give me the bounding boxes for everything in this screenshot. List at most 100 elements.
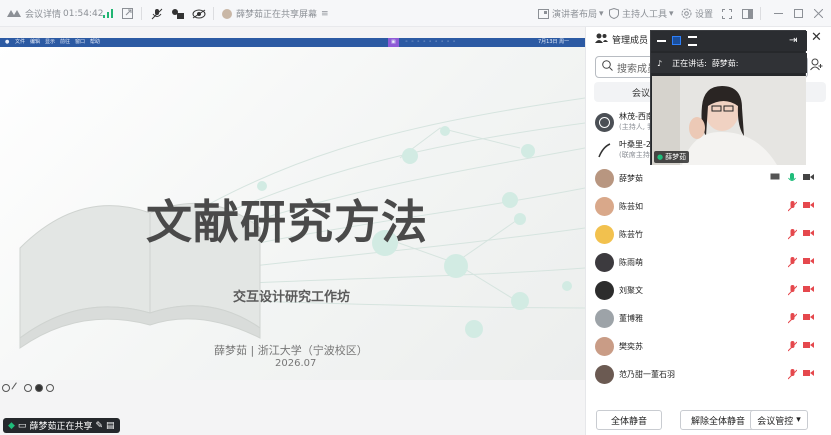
speaking-mic-icon: ♪ — [657, 58, 663, 68]
member-row[interactable]: 樊奕苏 — [586, 333, 831, 361]
mic-muted-icon[interactable] — [787, 257, 798, 271]
mute-all-button[interactable]: 全体静音 — [596, 410, 662, 430]
floating-video-window[interactable]: ⇥ ♪ 正在讲话: 薛梦茹: ● 薛梦茹 — [650, 30, 807, 165]
menubar-item: 编辑 — [30, 39, 41, 45]
document-icon[interactable]: ▤ — [106, 421, 115, 431]
annotate-pen-icon[interactable]: ✎ — [95, 421, 103, 431]
record-icon[interactable] — [46, 384, 54, 392]
share-status: 薛梦茹正在共享屏幕 ≡ — [222, 0, 329, 27]
member-row[interactable]: 陈芸如 — [586, 193, 831, 221]
slide-subtitle: 交互设计研究工作坊 — [233, 290, 351, 305]
pop-out-icon[interactable] — [122, 0, 133, 27]
stop-annotation-icon[interactable] — [35, 384, 43, 392]
annotate-icon[interactable] — [2, 384, 10, 392]
unmute-all-button[interactable]: 解除全体静音 — [680, 410, 756, 430]
menu-lines-icon[interactable]: ≡ — [321, 9, 329, 19]
camera-off-icon[interactable] — [803, 369, 814, 380]
maximize-icon[interactable] — [794, 0, 803, 27]
avatar — [595, 169, 614, 188]
mic-muted-icon[interactable] — [787, 341, 798, 355]
toolbox-icon[interactable] — [24, 384, 32, 392]
grid-view-icon[interactable] — [688, 36, 697, 46]
sharing-indicator[interactable]: ◆ ▭ 薛梦茹正在共享 ✎ ▤ — [3, 418, 120, 433]
mic-muted-icon[interactable] — [787, 201, 798, 215]
top-toolbar: 会议详情 01:54:42 薛梦茹正在共享屏幕 ≡ 演讲者布局 ▾ 主持人工具 … — [0, 0, 831, 27]
hide-video-icon[interactable] — [192, 0, 206, 27]
camera-off-icon[interactable] — [803, 257, 814, 268]
member-row[interactable]: 陈雨萌 — [586, 249, 831, 277]
slide-date: 2026.07 — [275, 358, 317, 369]
mute-mic-icon[interactable] — [151, 0, 163, 27]
menubar-status-icons: ◦◦◦◦◦◦◦◦◦ — [405, 39, 459, 45]
close-panel-icon[interactable]: ✕ — [811, 30, 822, 45]
signal-icon — [103, 0, 113, 27]
speaking-label: 正在讲话: — [672, 58, 707, 68]
settings-label: 设置 — [695, 10, 714, 20]
meeting-timer: 01:54:42 — [63, 8, 104, 19]
mic-on-icon: ● — [657, 153, 664, 161]
menubar-item: 文件 — [15, 39, 26, 45]
apple-icon: ● — [5, 39, 10, 45]
close-window-icon[interactable] — [814, 0, 823, 27]
member-row[interactable]: 薛梦茹 — [586, 165, 831, 193]
menubar-item: 前往 — [60, 39, 71, 45]
mic-muted-icon[interactable] — [787, 229, 798, 243]
screen-share-icon — [770, 173, 780, 184]
mic-muted-icon[interactable] — [787, 285, 798, 299]
mic-on-icon[interactable] — [788, 173, 796, 187]
avatar — [595, 141, 614, 160]
invite-member-icon[interactable] — [810, 58, 823, 74]
member-row[interactable]: 刘聚文 — [586, 277, 831, 305]
minimize-video-icon[interactable] — [657, 40, 666, 42]
camera-off-icon[interactable] — [803, 229, 814, 240]
speaker-layout-button[interactable]: 演讲者布局 ▾ — [538, 0, 604, 27]
tab-meeting[interactable]: 会议 — [632, 86, 650, 99]
camera-off-icon[interactable] — [803, 285, 814, 296]
slide-author: 薛梦茹 | 浙江大学（宁波校区） — [214, 344, 368, 357]
layout-icon — [538, 8, 549, 19]
camera-off-icon[interactable] — [803, 201, 814, 212]
camera-on-icon[interactable] — [803, 173, 814, 184]
chevron-down-icon: ▾ — [599, 8, 604, 19]
member-row[interactable]: 陈芸竹 — [586, 221, 831, 249]
members-panel-header: 管理成员 — [595, 33, 648, 46]
presenter-avatar-icon — [222, 8, 232, 19]
collapse-video-icon[interactable]: ⇥ — [789, 35, 797, 46]
minimize-icon[interactable] — [774, 0, 783, 27]
sharing-indicator-label: 薛梦茹正在共享 — [29, 422, 93, 432]
meeting-control-button[interactable]: 会议管控 ▾ — [750, 410, 808, 430]
host-tools-button[interactable]: 主持人工具 ▾ — [609, 0, 674, 27]
meeting-control-label: 会议管控 — [757, 416, 794, 427]
panel-footer: 全体静音 解除全体静音 会议管控 ▾ — [586, 407, 831, 435]
speaker-video: ● 薛梦茹 — [652, 76, 806, 165]
sidebar-toggle-icon[interactable] — [742, 0, 753, 27]
members-share-icon[interactable] — [171, 0, 184, 27]
camera-off-icon[interactable] — [803, 341, 814, 352]
single-view-icon[interactable] — [672, 36, 681, 45]
presentation-slide: 文献研究方法 交互设计研究工作坊 薛梦茹 | 浙江大学（宁波校区） 2026.0… — [0, 38, 585, 380]
mic-muted-icon[interactable] — [787, 369, 798, 383]
fullscreen-icon[interactable] — [722, 0, 732, 27]
menubar-clock: 7月13日 周一 — [538, 39, 570, 45]
chevron-down-icon: ▾ — [669, 8, 674, 19]
camera-off-icon[interactable] — [803, 313, 814, 324]
member-name: 陈芸如 — [619, 202, 643, 211]
members-panel-title: 管理成员 — [612, 36, 649, 46]
member-row[interactable]: 范乃甜一董石羽 — [586, 361, 831, 389]
speaker-layout-label: 演讲者布局 — [552, 10, 598, 20]
gear-icon — [681, 8, 692, 19]
host-tools-label: 主持人工具 — [622, 10, 668, 20]
avatar — [595, 113, 614, 132]
settings-button[interactable]: 设置 — [681, 0, 713, 27]
meeting-info-button[interactable]: 会议详情 — [7, 0, 61, 27]
menubar-item: 帮助 — [90, 39, 101, 45]
people-icon — [595, 33, 608, 46]
slide-title: 文献研究方法 — [146, 195, 428, 249]
avatar — [595, 253, 614, 272]
member-row[interactable]: 董博雅 — [586, 305, 831, 333]
menubar-item: 窗口 — [75, 39, 86, 45]
member-name: 林茂-西南 — [619, 112, 654, 121]
pen-icon[interactable] — [11, 382, 23, 394]
mic-muted-icon[interactable] — [787, 313, 798, 327]
speaking-name: 薛梦茹: — [711, 58, 739, 68]
